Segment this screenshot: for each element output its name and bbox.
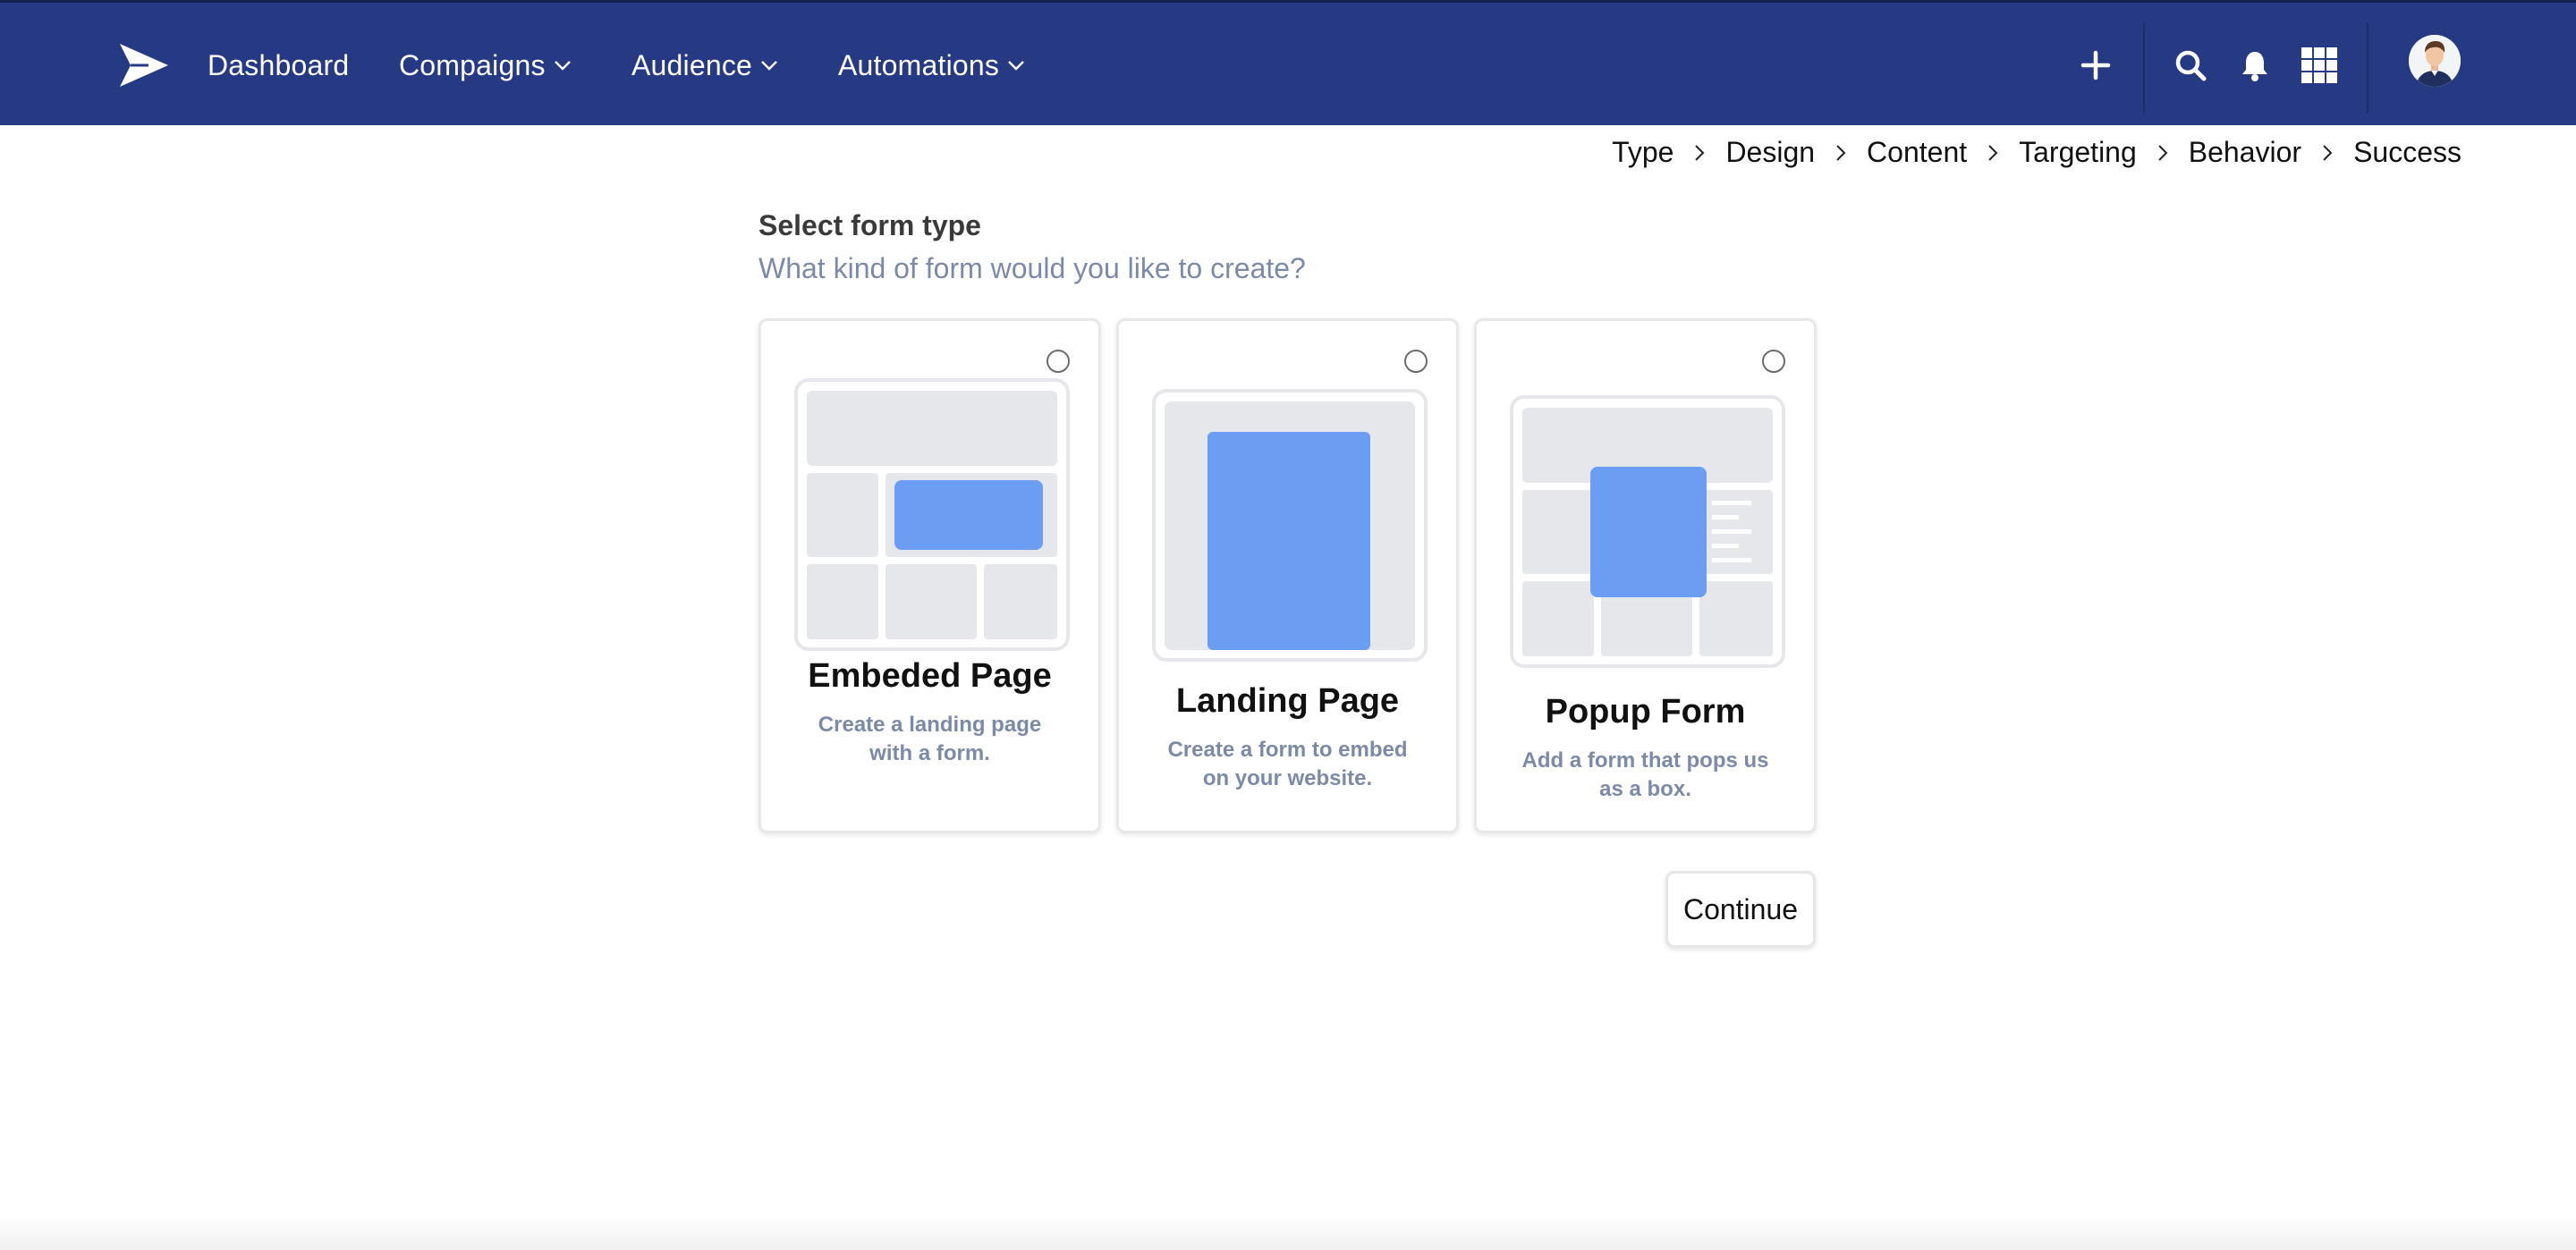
nav-dashboard[interactable]: Dashboard bbox=[208, 3, 349, 128]
nav-campaigns-label: Compaigns bbox=[399, 48, 546, 81]
apps-grid-button[interactable] bbox=[2292, 38, 2346, 92]
paper-plane-logo-icon[interactable] bbox=[118, 42, 170, 89]
nav-dashboard-label: Dashboard bbox=[208, 48, 350, 81]
card-description: Add a form that pops us as a box. bbox=[1521, 748, 1769, 801]
form-type-radio[interactable] bbox=[1762, 350, 1785, 373]
chevron-right-icon bbox=[2323, 144, 2333, 161]
chevron-down-icon bbox=[554, 61, 571, 71]
nav-automations-label: Automations bbox=[838, 48, 1000, 81]
step-success[interactable]: Success bbox=[2353, 136, 2462, 169]
form-type-radio[interactable] bbox=[1404, 350, 1428, 373]
nav-audience-dropdown[interactable]: Audience bbox=[631, 3, 781, 128]
form-type-card-embeded-page[interactable]: Embeded Page Create a landing page with … bbox=[758, 318, 1101, 833]
section-subtitle: What kind of form would you like to crea… bbox=[758, 252, 1306, 284]
apps-grid-icon bbox=[2301, 47, 2337, 83]
top-navigation-bar: Dashboard Compaigns Audience Automations bbox=[0, 0, 2576, 125]
form-type-card-popup-form[interactable]: Popup Form Add a form that pops us as a … bbox=[1474, 318, 1817, 833]
card-description: Create a landing page with a form. bbox=[818, 713, 1042, 765]
chevron-down-icon bbox=[761, 61, 777, 71]
user-avatar[interactable] bbox=[2409, 35, 2461, 87]
card-title: Popup Form bbox=[1545, 693, 1746, 731]
chevron-right-icon bbox=[1695, 144, 1705, 161]
step-breadcrumb: Type Design Content Targeting Behavior S… bbox=[1612, 136, 2462, 169]
chevron-down-icon bbox=[1008, 61, 1024, 71]
chevron-right-icon bbox=[1836, 144, 1846, 161]
form-type-radio[interactable] bbox=[1046, 350, 1070, 373]
search-icon bbox=[2175, 50, 2207, 81]
create-new-button[interactable] bbox=[2069, 38, 2123, 92]
plus-icon bbox=[2080, 50, 2111, 80]
form-type-card-landing-page[interactable]: Landing Page Create a form to embed on y… bbox=[1116, 318, 1459, 833]
step-targeting[interactable]: Targeting bbox=[2019, 136, 2137, 169]
card-title: Embeded Page bbox=[808, 657, 1052, 695]
embeded-page-illustration bbox=[794, 378, 1070, 651]
step-content[interactable]: Content bbox=[1867, 136, 1967, 169]
popup-form-illustration bbox=[1510, 395, 1785, 668]
card-title: Landing Page bbox=[1175, 682, 1400, 720]
nav-campaigns-dropdown[interactable]: Compaigns bbox=[399, 3, 574, 128]
nav-audience-label: Audience bbox=[631, 48, 753, 81]
nav-divider bbox=[2367, 22, 2368, 114]
section-title: Select form type bbox=[758, 209, 981, 241]
bell-icon bbox=[2242, 52, 2267, 81]
chevron-right-icon bbox=[1988, 144, 1998, 161]
search-button[interactable] bbox=[2164, 38, 2217, 92]
nav-divider bbox=[2143, 22, 2145, 114]
nav-automations-dropdown[interactable]: Automations bbox=[838, 3, 1028, 128]
card-description: Create a form to embed on your website. bbox=[1167, 738, 1408, 790]
window-bottom-shadow bbox=[0, 1214, 2576, 1250]
step-design[interactable]: Design bbox=[1725, 136, 1815, 169]
step-type[interactable]: Type bbox=[1612, 136, 1674, 169]
landing-page-illustration bbox=[1152, 389, 1428, 662]
notifications-button[interactable] bbox=[2228, 38, 2282, 92]
continue-button[interactable]: Continue bbox=[1665, 871, 1816, 948]
chevron-right-icon bbox=[2158, 144, 2168, 161]
user-avatar-icon bbox=[2409, 35, 2461, 87]
step-behavior[interactable]: Behavior bbox=[2189, 136, 2301, 169]
